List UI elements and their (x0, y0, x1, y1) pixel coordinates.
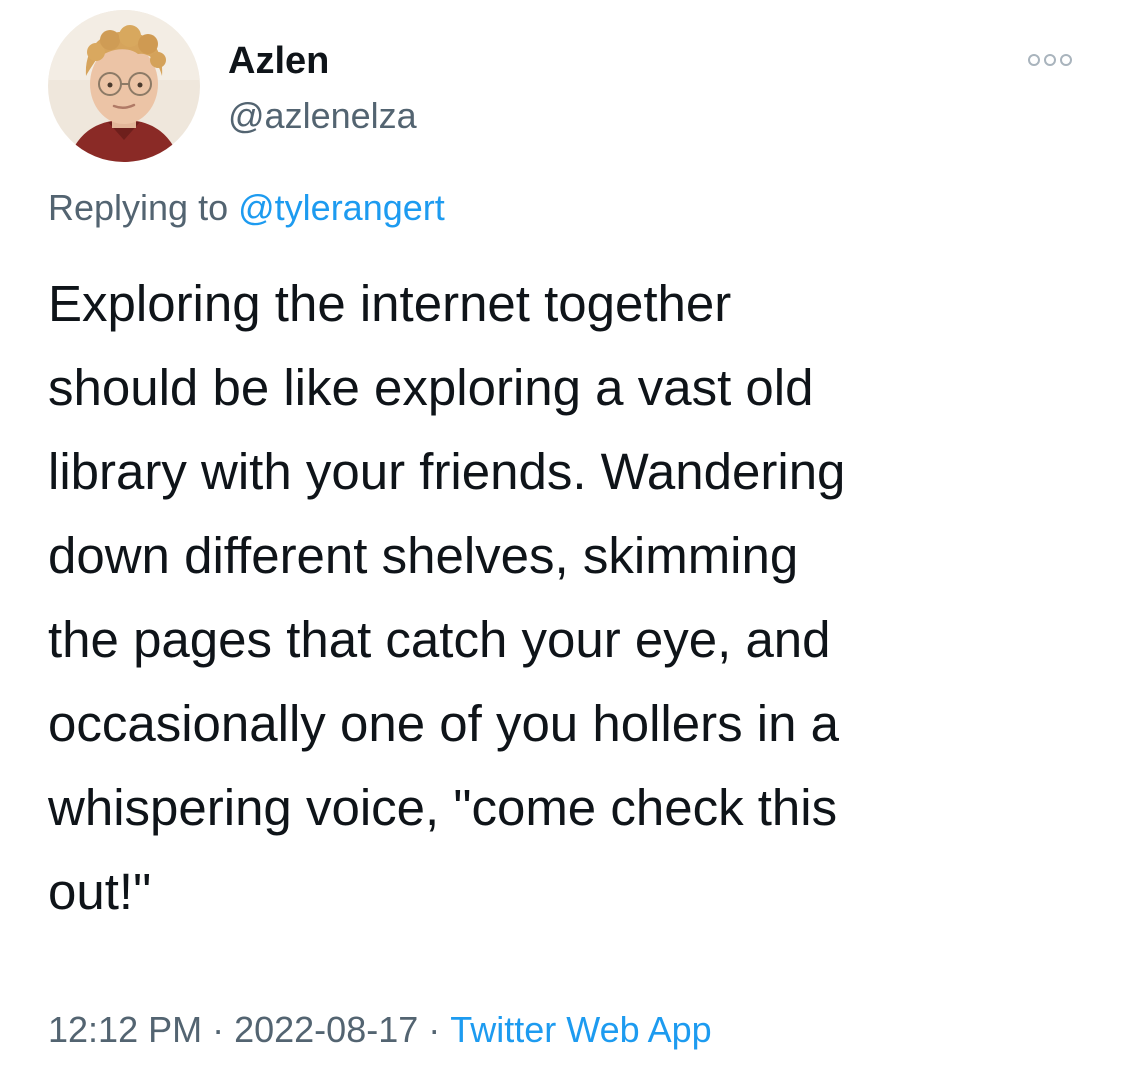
tweet-text-line: down different shelves, skimming (48, 527, 799, 584)
avatar-image (48, 10, 200, 162)
tweet: Azlen @azlenelza Replying to @tyleranger… (0, 0, 1125, 1074)
tweet-date-link[interactable]: 2022-08-17 (234, 1009, 418, 1050)
avatar[interactable] (48, 10, 200, 162)
author-handle[interactable]: @azlenelza (228, 94, 417, 138)
tweet-text: Exploring the internet together should b… (48, 262, 1058, 934)
tweet-time-link[interactable]: 12:12 PM (48, 1009, 202, 1050)
tweet-text-line: out!" (48, 863, 152, 920)
more-options-button[interactable] (1026, 48, 1074, 72)
tweet-text-line: should be like exploring a vast old (48, 359, 814, 416)
reply-mention-link[interactable]: @tylerangert (238, 187, 445, 228)
meta-separator: · (212, 1009, 225, 1050)
tweet-text-line: library with your friends. Wandering (48, 443, 846, 500)
tweet-text-line: occasionally one of you hollers in a (48, 695, 839, 752)
replying-to: Replying to @tylerangert (48, 186, 445, 230)
tweet-meta: 12:12 PM · 2022-08-17 · Twitter Web App (48, 1008, 712, 1052)
tweet-text-line: the pages that catch your eye, and (48, 611, 831, 668)
meta-separator: · (428, 1009, 441, 1050)
more-horizontal-icon (1028, 54, 1072, 66)
tweet-text-line: Exploring the internet together (48, 275, 732, 332)
replying-to-label: Replying to (48, 187, 229, 228)
author-display-name[interactable]: Azlen (228, 38, 329, 84)
tweet-source-link[interactable]: Twitter Web App (450, 1009, 711, 1050)
tweet-text-line: whispering voice, "come check this (48, 779, 838, 836)
